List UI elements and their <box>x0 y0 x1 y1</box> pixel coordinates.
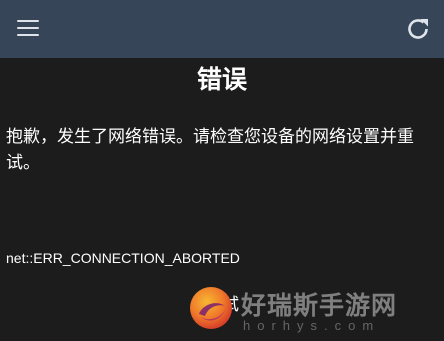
hamburger-menu-icon <box>17 20 39 23</box>
refresh-button[interactable] <box>402 13 434 45</box>
error-code: net::ERR_CONNECTION_ABORTED <box>6 250 240 266</box>
hamburger-menu-icon-bar <box>17 34 39 37</box>
retry-button[interactable]: 重试 <box>0 290 444 315</box>
menu-button[interactable] <box>12 13 44 45</box>
refresh-icon <box>408 19 428 39</box>
top-app-bar <box>0 0 444 58</box>
error-message: 抱歉，发生了网络错误。请检查您设备的网络设置并重试。 <box>6 127 414 173</box>
hamburger-menu-icon-bar <box>17 27 39 30</box>
error-title: 错误 <box>196 65 247 94</box>
